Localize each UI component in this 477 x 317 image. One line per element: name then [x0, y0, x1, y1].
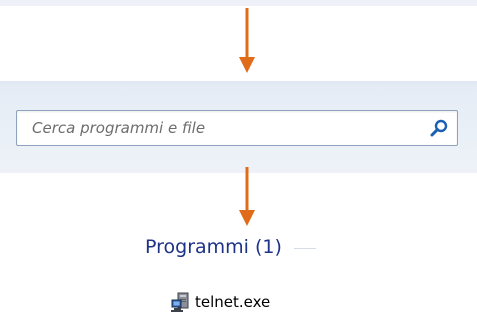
section-title: Programmi (1)	[145, 236, 282, 258]
result-label: telnet.exe	[195, 293, 271, 311]
results-section-header: Programmi (1)	[145, 236, 316, 258]
arrow-down-icon	[239, 167, 255, 226]
result-item-telnet[interactable]: telnet.exe	[171, 290, 270, 314]
search-icon[interactable]	[429, 118, 449, 138]
top-strip	[0, 0, 477, 6]
terminal-program-icon	[171, 292, 189, 312]
search-input[interactable]	[17, 111, 417, 145]
section-divider	[293, 248, 316, 249]
search-box[interactable]	[16, 110, 458, 146]
arrow-down-icon	[239, 8, 255, 73]
